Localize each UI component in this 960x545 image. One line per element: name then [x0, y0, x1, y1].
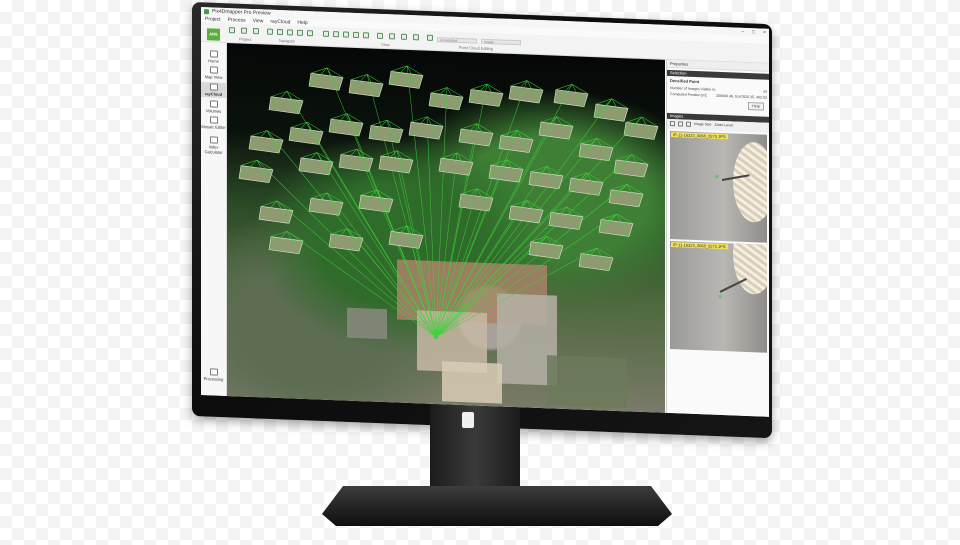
- mosaic-icon: [209, 116, 218, 124]
- zoom-in-icon[interactable]: [267, 28, 273, 35]
- image-size-label: Image Size: [694, 121, 712, 127]
- sidebar-item-map-view[interactable]: Map View: [201, 66, 226, 80]
- menu-help[interactable]: Help: [297, 19, 307, 25]
- toolbar-group-navigate: Navigate: [279, 37, 295, 44]
- zoom-out-icon[interactable]: [277, 28, 283, 36]
- raycloud-3d-view[interactable]: [227, 42, 665, 413]
- prev-image-icon[interactable]: [670, 121, 675, 127]
- terrain-patch: [547, 355, 627, 409]
- marker-x-icon: ×: [715, 173, 720, 181]
- rotate-icon[interactable]: [307, 30, 313, 37]
- pix4d-logo: ANS: [207, 28, 220, 41]
- leaf-icon[interactable]: [377, 32, 383, 39]
- sidebar-item-index-calculator[interactable]: Index Calculator: [201, 136, 226, 155]
- polygon-icon[interactable]: [363, 32, 369, 39]
- zoom-level-label: Zoom Level: [714, 122, 733, 128]
- sidebar-item-mosaic-editor[interactable]: Mosaic Editor: [201, 116, 226, 130]
- image-thumbnail[interactable]: IP-11-16323_0068_0272.JPG ×: [670, 241, 767, 353]
- pan-icon[interactable]: [297, 29, 303, 36]
- terrain-patch: [347, 307, 387, 340]
- maximize-button[interactable]: □: [752, 29, 755, 35]
- property-value: 269699.48, 5147826.35, 402.93: [716, 93, 767, 100]
- image-field[interactable]: Image: [481, 38, 521, 46]
- next-image-icon[interactable]: [678, 121, 683, 127]
- close-button[interactable]: ×: [763, 30, 766, 36]
- sidebar-item-volumes[interactable]: Volumes: [201, 100, 226, 114]
- sidebar-item-label: rayCloud: [204, 91, 223, 97]
- sidebar-item-label: Map View: [204, 74, 223, 80]
- sidebar-item-label: Index Calculator: [204, 144, 223, 155]
- sidebar-item-processing[interactable]: Processing: [201, 368, 226, 382]
- new-project-icon[interactable]: [229, 27, 235, 34]
- toolbar-group-editing: Point Cloud Editing: [459, 44, 494, 52]
- monitor-stand-base: [322, 486, 672, 526]
- terrain-patch: [442, 361, 502, 404]
- toolbar-group-project: Project: [239, 36, 252, 42]
- select-icon[interactable]: [343, 31, 349, 38]
- volumes-icon: [209, 100, 218, 108]
- toolbar-group-view: View: [381, 41, 390, 48]
- sidebar: ANS Home Map View rayCloud Volumes Mosai…: [201, 28, 227, 396]
- sidebar-item-home[interactable]: Home: [201, 50, 226, 64]
- monitor-stand-neck: [430, 404, 520, 500]
- menu-view[interactable]: View: [253, 17, 264, 23]
- processing-icon: [209, 368, 218, 376]
- save-icon[interactable]: [253, 27, 259, 35]
- thumbnail-label: IP-11-16323_0068_0272.JPG: [671, 242, 728, 250]
- zoom-fit-icon[interactable]: [287, 29, 293, 36]
- home-icon: [209, 50, 218, 58]
- layers-icon[interactable]: [413, 34, 419, 41]
- cable-hole: [462, 412, 474, 428]
- image-thumbnail[interactable]: IP-11-16323_0068_0270.JPG ×: [670, 131, 767, 243]
- marker-x-icon: ×: [718, 293, 723, 302]
- fullscreen-icon[interactable]: [323, 30, 329, 37]
- raycloud-scene: [238, 65, 659, 409]
- dropdown-icon[interactable]: [427, 34, 433, 41]
- index-icon: [209, 136, 218, 144]
- app-logo-icon: [204, 8, 209, 14]
- roof-dome: [733, 141, 767, 224]
- move-icon[interactable]: [333, 31, 339, 38]
- property-label: Computed Position [m]:: [670, 92, 708, 98]
- sidebar-item-label: Volumes: [205, 108, 222, 114]
- roof-dome: [733, 241, 767, 296]
- map-icon: [209, 66, 218, 74]
- sidebar-item-label: Mosaic Editor: [201, 124, 226, 130]
- open-project-icon[interactable]: [241, 27, 247, 34]
- globe-icon[interactable]: [389, 33, 395, 40]
- properties-panel: Properties Selection Densified Point Num…: [666, 59, 769, 417]
- sidebar-item-label: Processing: [203, 376, 224, 382]
- sidebar-item-raycloud[interactable]: rayCloud: [201, 82, 226, 98]
- grid-icon[interactable]: [686, 121, 691, 127]
- property-value: 44: [763, 89, 767, 94]
- minimize-button[interactable]: –: [741, 29, 744, 35]
- camera-icon[interactable]: [401, 33, 407, 40]
- window-controls: – □ ×: [741, 29, 766, 36]
- raycloud-icon: [209, 83, 218, 91]
- monitor-screen: Pix4Dmapper Pro Preview – □ × Project Pr…: [201, 7, 769, 417]
- measure-icon[interactable]: [353, 31, 359, 39]
- classification-field[interactable]: Unsatisfied: [437, 37, 477, 44]
- help-button[interactable]: Help: [748, 102, 764, 111]
- thumbnail-label: IP-11-16323_0068_0270.JPG: [671, 132, 728, 140]
- sidebar-item-label: Home: [208, 58, 219, 64]
